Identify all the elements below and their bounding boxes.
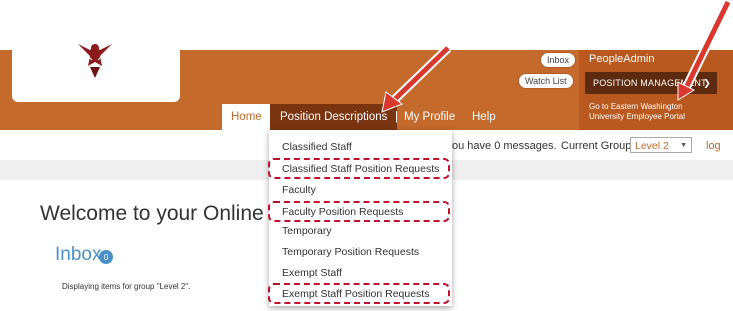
position-management-button[interactable]: POSITION MANAGEMENT ❯ (585, 72, 717, 94)
highlight-faculty-requests (268, 201, 450, 222)
nav-home[interactable]: Home (222, 104, 271, 130)
menu-item-exempt-staff[interactable]: Exempt Staff (282, 267, 342, 279)
module-button-label: POSITION MANAGEMENT (593, 78, 707, 88)
inbox-count-badge: 0 (99, 250, 113, 264)
chevron-down-icon: ❯ (703, 78, 711, 88)
menu-item-temporary-requests[interactable]: Temporary Position Requests (282, 246, 419, 258)
menu-item-classified-staff[interactable]: Classified Staff (282, 141, 352, 153)
group-select[interactable]: Level 2 ▼ (630, 137, 692, 153)
menu-item-temporary[interactable]: Temporary (282, 225, 332, 237)
peopleadmin-brand: PeopleAdmin (589, 53, 655, 65)
nav-position-descriptions[interactable]: Position Descriptions (270, 104, 398, 130)
ewu-portal-link[interactable]: Go to Eastern Washington University Empl… (589, 102, 719, 122)
inbox-heading: Inbox (55, 244, 102, 265)
logout-link[interactable]: log (706, 140, 721, 152)
university-logo[interactable] (12, 26, 180, 102)
nav-my-profile[interactable]: My Profile (404, 104, 455, 130)
highlight-exempt-requests (268, 283, 450, 304)
menu-item-faculty[interactable]: Faculty (282, 184, 316, 196)
messages-text[interactable]: ou have 0 messages. (452, 140, 557, 152)
inbox-pill-button[interactable]: Inbox (540, 52, 577, 68)
select-arrow-icon: ▼ (680, 142, 687, 149)
welcome-heading: Welcome to your Online Re (40, 202, 297, 225)
eagle-logo-icon (78, 44, 112, 78)
group-select-value: Level 2 (635, 140, 669, 152)
nav-separator: | (395, 111, 398, 123)
current-group-label: Current Group: (561, 140, 635, 152)
nav-help[interactable]: Help (472, 104, 496, 130)
highlight-classified-requests (268, 158, 450, 179)
displaying-items-text: Displaying items for group "Level 2". (62, 282, 191, 291)
watchlist-pill-button[interactable]: Watch List (518, 73, 574, 89)
